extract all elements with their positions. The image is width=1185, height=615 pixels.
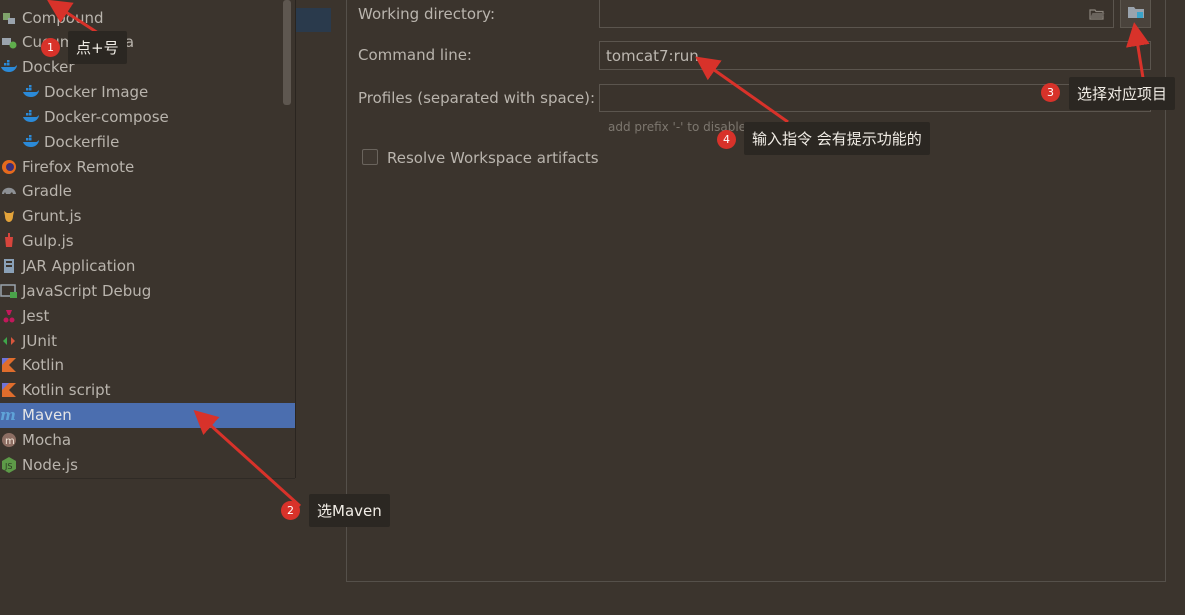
tree-item-grunt-js[interactable]: Grunt.js xyxy=(0,204,295,229)
svg-text:JS: JS xyxy=(4,462,12,471)
tree-item-label: Maven xyxy=(22,406,72,425)
tree-item-node-js[interactable]: JS Node.js xyxy=(0,452,295,477)
callout-3-text: 选择对应项目 xyxy=(1077,85,1168,103)
tree-item-kotlin[interactable]: Kotlin xyxy=(0,353,295,378)
resolve-workspace-checkbox[interactable] xyxy=(362,149,378,165)
tree-item-kotlin-script[interactable]: Kotlin script xyxy=(0,378,295,403)
tree-item-dockerfile[interactable]: Dockerfile xyxy=(0,129,295,154)
tree-item-label: Docker Image xyxy=(44,83,149,102)
configuration-type-tree: CompoundCucumber.javaDockerDocker ImageD… xyxy=(0,0,296,478)
badge-1: 1 xyxy=(41,38,60,57)
tree-item-docker[interactable]: Docker xyxy=(0,55,295,80)
gradle-icon xyxy=(0,182,18,200)
tree-item-label: Jest xyxy=(22,306,50,325)
docker-icon xyxy=(22,133,40,151)
svg-text:m: m xyxy=(0,408,16,422)
tree-item-label: Gulp.js xyxy=(22,232,74,251)
resolve-workspace-label: Resolve Workspace artifacts xyxy=(387,149,599,167)
callout-4: 输入指令 会有提示功能的 xyxy=(744,122,930,155)
jar-icon xyxy=(0,257,18,275)
tree-item-label: JavaScript Debug xyxy=(22,281,152,300)
tree-item-compound[interactable]: Compound xyxy=(0,5,295,30)
tree-item-jar-application[interactable]: JAR Application xyxy=(0,254,295,279)
command-line-value: tomcat7:run xyxy=(606,46,699,65)
select-module-button[interactable] xyxy=(1120,0,1151,28)
tree-item-label: Node.js xyxy=(22,455,78,474)
tree-item-label: Compound xyxy=(22,8,104,27)
callout-2: 选Maven xyxy=(309,494,390,527)
tree-item-junit[interactable]: JUnit xyxy=(0,328,295,353)
tree-item-label: Docker-compose xyxy=(44,107,169,126)
mocha-icon: m xyxy=(0,431,18,449)
nodejs-icon: JS xyxy=(0,456,18,474)
badge-3: 3 xyxy=(1041,83,1060,102)
tree-item-label: Docker xyxy=(22,58,75,77)
compound-icon xyxy=(0,9,18,27)
tree-item-docker-compose[interactable]: Docker-compose xyxy=(0,104,295,129)
tree-item-jest[interactable]: Jest xyxy=(0,303,295,328)
working-directory-field[interactable] xyxy=(599,0,1114,28)
splitter-marker xyxy=(296,8,331,32)
gulp-icon xyxy=(0,232,18,250)
module-folder-icon xyxy=(1127,4,1145,24)
working-directory-label: Working directory: xyxy=(358,5,496,23)
tree-item-firefox-remote[interactable]: Firefox Remote xyxy=(0,154,295,179)
docker-icon xyxy=(0,58,18,76)
open-folder-icon[interactable] xyxy=(1089,6,1105,20)
junit-icon xyxy=(0,332,18,350)
tree-item-label: JUnit xyxy=(22,331,57,350)
tree-item-label: Firefox Remote xyxy=(22,157,135,176)
tree-item-docker-image[interactable]: Docker Image xyxy=(0,80,295,105)
callout-4-text: 输入指令 会有提示功能的 xyxy=(752,130,922,148)
callout-1-text: 点+号 xyxy=(76,39,119,57)
tree-item-gulp-js[interactable]: Gulp.js xyxy=(0,229,295,254)
maven-icon: m xyxy=(0,406,18,424)
kotlin-icon xyxy=(0,381,18,399)
callout-2-text: 选Maven xyxy=(317,502,382,520)
tree-item-maven[interactable]: m Maven xyxy=(0,402,295,428)
bottom-cut-text xyxy=(380,604,490,615)
tree-bottom-border xyxy=(0,478,295,479)
jest-icon xyxy=(0,307,18,325)
tree-item-label: Kotlin xyxy=(22,356,64,375)
svg-text:m: m xyxy=(5,436,15,447)
tree-item-label: Gradle xyxy=(22,182,72,201)
badge-4: 4 xyxy=(717,130,736,149)
kotlin-icon xyxy=(0,356,18,374)
tree-item-gradle[interactable]: Gradle xyxy=(0,179,295,204)
tree-item-mocha[interactable]: m Mocha xyxy=(0,427,295,452)
docker-icon xyxy=(22,83,40,101)
tree-item-label: JAR Application xyxy=(22,257,136,275)
badge-2: 2 xyxy=(281,501,300,520)
command-line-label: Command line: xyxy=(358,46,472,64)
callout-1: 点+号 xyxy=(68,31,127,64)
tree-item-label: Kotlin script xyxy=(22,381,111,400)
tree-item-label: Dockerfile xyxy=(44,132,120,151)
profiles-label: Profiles (separated with space): xyxy=(358,89,596,107)
callout-3: 选择对应项目 xyxy=(1069,77,1176,110)
js-debug-icon xyxy=(0,282,18,300)
tree-item-label: Mocha xyxy=(22,430,72,449)
tree-scrollbar[interactable] xyxy=(283,0,291,105)
command-line-field[interactable]: tomcat7:run xyxy=(599,41,1151,70)
grunt-icon xyxy=(0,207,18,225)
firefox-icon xyxy=(0,158,18,176)
cucumber-icon xyxy=(0,33,18,51)
tree-item-javascript-debug[interactable]: JavaScript Debug xyxy=(0,278,295,303)
tree-item-label: Grunt.js xyxy=(22,207,82,226)
docker-icon xyxy=(22,108,40,126)
